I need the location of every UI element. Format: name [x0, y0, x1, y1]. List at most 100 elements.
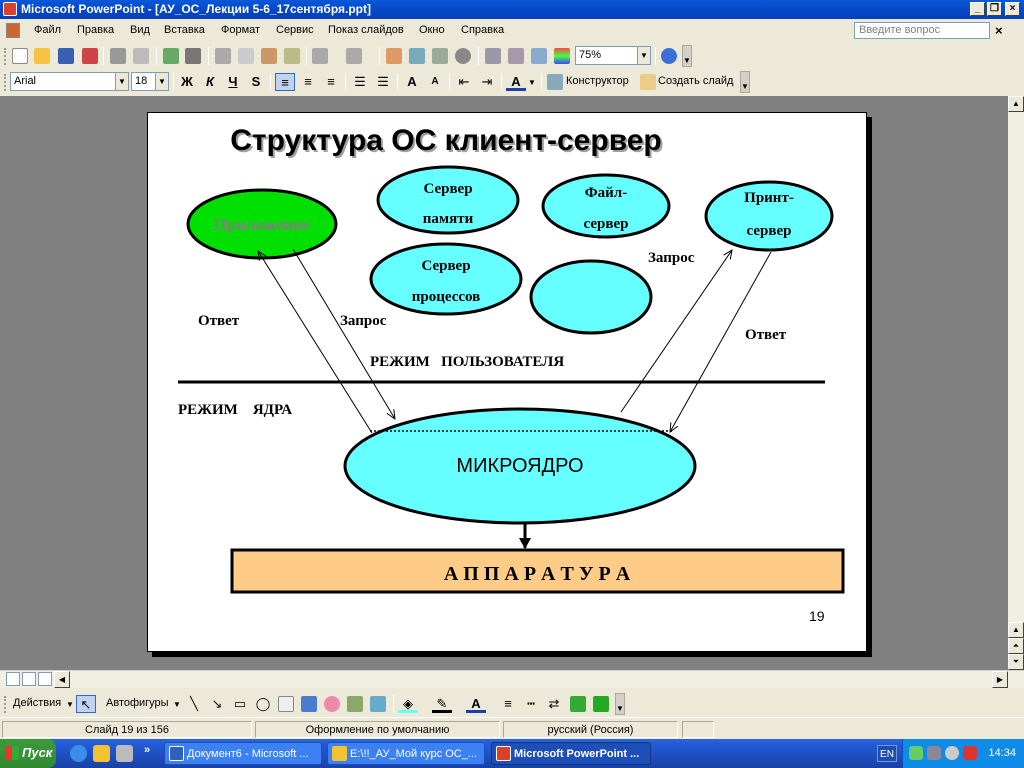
align-right-icon[interactable]: ≡	[321, 73, 341, 91]
align-center-icon[interactable]: ≡	[298, 73, 318, 91]
close-window-button[interactable]: ×	[1005, 2, 1020, 16]
paste-icon[interactable]	[261, 48, 277, 64]
design-icon[interactable]	[547, 74, 563, 90]
arrow-icon[interactable]: ↘	[207, 695, 227, 713]
shadow-button[interactable]: S	[246, 73, 266, 91]
minimize-button[interactable]: _	[970, 2, 985, 16]
research-icon[interactable]	[185, 48, 201, 64]
bold-button[interactable]: Ж	[177, 73, 197, 91]
new-slide-button[interactable]: Создать слайд	[658, 75, 733, 87]
line-color-icon[interactable]: ✎	[432, 695, 452, 713]
chevron-down-icon[interactable]: ▼	[66, 700, 74, 709]
toolbar-grip[interactable]	[4, 48, 7, 65]
toolbar-options-icon[interactable]: ▼	[740, 71, 750, 93]
close-document-icon[interactable]: ×	[995, 23, 1003, 38]
menu-window[interactable]: Окно	[419, 24, 445, 36]
normal-view-icon[interactable]	[6, 672, 20, 686]
restore-button[interactable]: ❐	[987, 2, 1002, 16]
print-preview-icon[interactable]	[133, 48, 149, 64]
3d-style-icon[interactable]	[593, 696, 609, 712]
autoshapes-menu[interactable]: Автофигуры	[106, 697, 169, 709]
wordart-icon[interactable]	[301, 696, 317, 712]
taskbar-item-explorer[interactable]: E:\!!_АУ_Мой курс ОС_...	[327, 742, 485, 765]
menu-slideshow[interactable]: Показ слайдов	[328, 24, 404, 36]
new-file-icon[interactable]	[12, 48, 28, 64]
desktop-icon[interactable]	[116, 745, 133, 762]
previous-slide-icon[interactable]: ⏶	[1008, 638, 1024, 654]
picture-icon[interactable]	[370, 696, 386, 712]
toolbar-options-icon[interactable]: ▼	[615, 693, 625, 715]
show-formatting-icon[interactable]	[508, 48, 524, 64]
color-grayscale-icon[interactable]	[554, 48, 570, 64]
clock[interactable]: 14:34	[988, 747, 1016, 759]
ask-question-input[interactable]: Введите вопрос	[854, 22, 990, 39]
slide-sorter-view-icon[interactable]	[22, 672, 36, 686]
show-grid-icon[interactable]	[531, 48, 547, 64]
fill-color-icon[interactable]: ◈	[398, 695, 418, 713]
textbox-icon[interactable]	[278, 696, 294, 712]
antivirus-icon[interactable]	[963, 746, 977, 760]
expand-all-icon[interactable]	[485, 48, 501, 64]
select-pointer-icon[interactable]: ↖	[76, 695, 96, 713]
decrease-indent-icon[interactable]: ⇤	[454, 73, 474, 91]
scroll-left-icon[interactable]: ◀	[54, 671, 70, 688]
taskbar-item-powerpoint[interactable]: Microsoft PowerPoint ...	[491, 742, 651, 765]
diagram-icon[interactable]	[324, 696, 340, 712]
line-icon[interactable]: ╲	[184, 695, 204, 713]
shadow-style-icon[interactable]	[570, 696, 586, 712]
actions-menu[interactable]: Действия	[13, 697, 61, 709]
cut-icon[interactable]	[215, 48, 231, 64]
chevron-down-icon[interactable]: ▼	[528, 78, 536, 87]
language-indicator[interactable]: EN	[877, 745, 897, 762]
zoom-select[interactable]: 75% ▼	[575, 46, 651, 65]
increase-indent-icon[interactable]: ⇥	[477, 73, 497, 91]
start-button[interactable]: Пуск	[0, 739, 56, 768]
menu-edit[interactable]: Правка	[77, 24, 114, 36]
menu-help[interactable]: Справка	[461, 24, 504, 36]
font-color-icon[interactable]: A	[506, 73, 526, 91]
document-icon[interactable]	[6, 23, 20, 38]
taskbar-item-word[interactable]: Документ6 - Microsoft ...	[164, 742, 322, 765]
vertical-scrollbar[interactable]: ▲ ▲ ⏶ ⏷	[1008, 96, 1024, 670]
new-slide-icon[interactable]	[640, 74, 656, 90]
save-icon[interactable]	[58, 48, 74, 64]
decrease-font-icon[interactable]: A	[425, 73, 445, 91]
next-slide-icon[interactable]: ⏷	[1008, 654, 1024, 670]
menu-view[interactable]: Вид	[130, 24, 150, 36]
menu-tools[interactable]: Сервис	[276, 24, 314, 36]
powerpoint-app-icon[interactable]	[3, 2, 17, 16]
toolbar-options-icon[interactable]: ▼	[682, 45, 692, 67]
more-quicklaunch-icon[interactable]: »	[144, 744, 150, 756]
menu-format[interactable]: Формат	[221, 24, 260, 36]
font-size-select[interactable]: 18 ▼	[131, 72, 169, 91]
open-folder-icon[interactable]	[34, 48, 50, 64]
font-select[interactable]: Arial ▼	[10, 72, 129, 91]
menu-file[interactable]: Файл	[34, 24, 61, 36]
clipart-icon[interactable]	[347, 696, 363, 712]
permission-icon[interactable]	[82, 48, 98, 64]
redo-icon[interactable]	[346, 48, 362, 64]
ie-browser-icon[interactable]	[70, 745, 87, 762]
tray-app-icon[interactable]	[909, 746, 923, 760]
explorer-folder-icon[interactable]	[93, 745, 110, 762]
dash-style-icon[interactable]: ┅	[521, 695, 541, 713]
slide-show-view-icon[interactable]	[38, 672, 52, 686]
align-left-icon[interactable]: ≡	[275, 73, 295, 91]
scroll-up-icon[interactable]: ▲	[1008, 96, 1024, 112]
underline-button[interactable]: Ч	[223, 73, 243, 91]
volume-icon[interactable]	[945, 746, 959, 760]
arrow-style-icon[interactable]: ⇄	[544, 695, 564, 713]
network-icon[interactable]	[927, 746, 941, 760]
rectangle-icon[interactable]: ▭	[230, 695, 250, 713]
help-icon[interactable]	[661, 48, 677, 64]
menu-insert[interactable]: Вставка	[164, 24, 205, 36]
toolbar-grip[interactable]	[4, 696, 7, 713]
bullets-icon[interactable]: ☰	[373, 73, 393, 91]
copy-icon[interactable]	[238, 48, 254, 64]
oval-icon[interactable]: ◯	[253, 695, 273, 713]
undo-icon[interactable]	[312, 48, 328, 64]
text-color-icon[interactable]: A	[466, 695, 486, 713]
scroll-up-icon[interactable]: ▲	[1008, 622, 1024, 638]
numbering-icon[interactable]: ☰	[350, 73, 370, 91]
insert-chart-icon[interactable]	[386, 48, 402, 64]
